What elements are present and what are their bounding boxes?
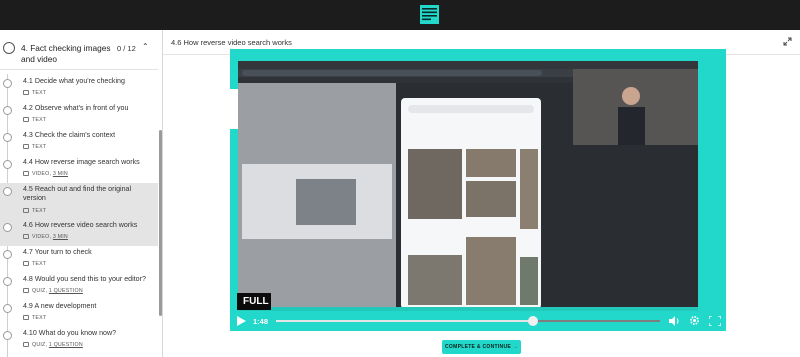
gear-icon[interactable] — [689, 315, 700, 326]
lesson-meta: TEXT — [23, 117, 46, 123]
lesson-title: 4.2 Observe what's in front of you — [23, 104, 129, 112]
video-player[interactable]: FULL 1:48 — [230, 49, 726, 331]
sidebar-scrollbar[interactable] — [159, 130, 162, 316]
lesson-type: QUIZ — [32, 342, 46, 348]
course-sidebar: 4. Fact checking images and video 0 / 12… — [0, 30, 163, 357]
lesson-type: TEXT — [32, 144, 47, 150]
lesson-duration: 1 QUESTION — [48, 288, 83, 294]
section-progress: 0 / 12 — [117, 44, 136, 53]
lesson-item[interactable]: 4.4 How reverse image search works VIDEO,… — [0, 156, 158, 183]
lesson-title: 4.5 Reach out and find the original vers… — [23, 185, 132, 203]
lesson-title: 4.6 How reverse video search works — [171, 38, 292, 47]
bellingcat-logo-icon[interactable] — [420, 5, 439, 24]
lesson-meta: VIDEO, 3 MIN — [23, 171, 68, 177]
lesson-item[interactable]: 4.9 A new development TEXT — [0, 300, 158, 327]
video-icon — [23, 234, 29, 239]
text-doc-icon — [23, 117, 29, 122]
lesson-status-icon — [3, 250, 12, 259]
lesson-status-icon — [3, 223, 12, 232]
lesson-meta: TEXT — [23, 90, 46, 96]
text-doc-icon — [23, 261, 29, 266]
lesson-item[interactable]: 4.3 Check the claim's context TEXT — [0, 129, 158, 156]
lesson-title: 4.8 Would you send this to your editor? — [23, 275, 146, 283]
lesson-type: QUIZ — [32, 288, 46, 294]
lesson-status-icon — [3, 133, 12, 142]
lesson-status-icon — [3, 187, 12, 196]
lesson-type: TEXT — [32, 208, 47, 214]
lesson-meta: VIDEO, 3 MIN — [23, 234, 68, 240]
lesson-item[interactable]: 4.7 Your turn to check TEXT — [0, 246, 158, 273]
lesson-title: 4.9 A new development — [23, 302, 97, 310]
complete-and-continue-button[interactable]: COMPLETE & CONTINUE → — [442, 340, 521, 354]
lesson-type: VIDEO — [32, 234, 50, 240]
quiz-icon — [23, 288, 29, 293]
lesson-status-icon — [3, 160, 12, 169]
lesson-item[interactable]: 4.8 Would you send this to your editor? Q… — [0, 273, 158, 300]
full-fact-badge: FULL — [234, 293, 271, 310]
seek-handle[interactable] — [528, 316, 539, 326]
section-header[interactable]: 4. Fact checking images and video 0 / 12… — [0, 30, 158, 70]
lesson-meta: QUIZ, 1 QUESTION — [23, 288, 83, 294]
lesson-title: 4.3 Check the claim's context — [23, 131, 116, 139]
lesson-title: 4.1 Decide what you're checking — [23, 77, 125, 85]
lesson-title: 4.4 How reverse image search works — [23, 158, 140, 166]
lesson-meta: QUIZ, 1 QUESTION — [23, 342, 83, 348]
lesson-status-icon — [3, 277, 12, 286]
lesson-item[interactable]: 4.5 Reach out and find the original vers… — [0, 183, 158, 219]
lesson-type: TEXT — [32, 315, 47, 321]
chevron-up-icon[interactable]: ⌃ — [142, 42, 149, 51]
seek-bar-fill — [276, 320, 534, 322]
lesson-duration: 1 QUESTION — [48, 342, 83, 348]
play-icon[interactable] — [237, 316, 246, 326]
text-doc-icon — [23, 144, 29, 149]
text-doc-icon — [23, 90, 29, 95]
lesson-status-icon — [3, 304, 12, 313]
lesson-type: TEXT — [32, 90, 47, 96]
fullscreen-icon[interactable] — [709, 316, 721, 326]
video-frame — [230, 49, 726, 331]
video-controls: 1:48 — [230, 311, 726, 331]
lesson-item[interactable]: 4.1 Decide what you're checking TEXT — [0, 75, 158, 102]
volume-icon[interactable] — [669, 316, 680, 326]
text-doc-icon — [23, 315, 29, 320]
quiz-icon — [23, 342, 29, 347]
current-time: 1:48 — [253, 317, 269, 326]
lesson-item[interactable]: 4.2 Observe what's in front of you TEXT — [0, 102, 158, 129]
lesson-type: TEXT — [32, 261, 47, 267]
lesson-type: TEXT — [32, 117, 47, 123]
section-status-icon — [3, 42, 15, 54]
lesson-meta: TEXT — [23, 261, 46, 267]
lesson-type: VIDEO — [32, 171, 50, 177]
lesson-title: 4.7 Your turn to check — [23, 248, 92, 256]
video-icon — [23, 171, 29, 176]
lesson-item[interactable]: 4.10 What do you know now? QUIZ, 1 QUESTI… — [0, 327, 158, 354]
lesson-status-icon — [3, 331, 12, 340]
full-fact-badge-label: FULL — [243, 296, 269, 307]
seek-bar[interactable] — [276, 316, 660, 326]
expand-icon[interactable] — [783, 37, 792, 46]
lesson-title: 4.6 How reverse video search works — [23, 221, 138, 229]
lesson-duration: 3 MIN — [52, 234, 68, 240]
lesson-meta: TEXT — [23, 144, 46, 150]
text-doc-icon — [23, 208, 29, 213]
top-bar — [0, 0, 800, 30]
lesson-status-icon — [3, 79, 12, 88]
lesson-item[interactable]: 4.6 How reverse video search works VIDEO,… — [0, 219, 158, 246]
lesson-meta: TEXT — [23, 208, 46, 214]
lesson-duration: 3 MIN — [52, 171, 68, 177]
section-title: 4. Fact checking images and video — [21, 43, 111, 64]
lesson-status-icon — [3, 106, 12, 115]
lesson-meta: TEXT — [23, 315, 46, 321]
lesson-title: 4.10 What do you know now? — [23, 329, 117, 337]
